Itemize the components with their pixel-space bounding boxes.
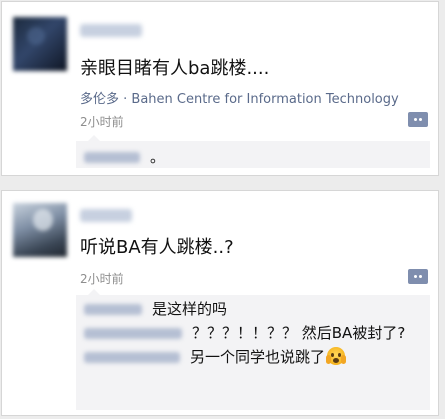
comment-text: 。 (150, 148, 166, 166)
avatar[interactable] (13, 17, 67, 71)
comments-section: 。 (76, 135, 430, 168)
moment-post-1: 亲眼目睹有人ba跳楼.... 多伦多 · Bahen Centre for In… (1, 1, 439, 176)
comment-item[interactable]: 是这样的吗 (84, 299, 422, 319)
post-time: 2小时前 (80, 115, 124, 129)
commenter-name-blurred[interactable] (84, 152, 140, 163)
comments-section: 是这样的吗 ？？？！！？？ 然后BA被封了? 另一个同学也说跳了 (76, 289, 430, 410)
commenter-name-blurred[interactable] (84, 352, 180, 363)
comment-text: 另一个同学也说跳了 (190, 348, 326, 366)
comment-item[interactable]: 另一个同学也说跳了 (84, 347, 422, 367)
location-link[interactable]: 多伦多 · Bahen Centre for Information Techn… (80, 88, 399, 107)
avatar[interactable] (13, 203, 67, 257)
moment-post-2: 听说BA有人跳楼..? 2小时前 是这样的吗 ？？？！！？？ 然后BA被封了? … (1, 190, 439, 416)
comment-item[interactable]: ？？？！！？？ 然后BA被封了? (84, 323, 422, 343)
username-blurred[interactable] (80, 209, 132, 222)
comment-bubble-icon[interactable] (408, 269, 428, 284)
comment-text: ？？？！！？？ 然后BA被封了? (192, 324, 406, 342)
comment-item[interactable]: 。 (84, 147, 422, 167)
post-time: 2小时前 (80, 272, 124, 286)
commenter-name-blurred[interactable] (84, 304, 142, 315)
username-blurred[interactable] (80, 24, 142, 37)
comment-text: 是这样的吗 (152, 300, 228, 318)
post-text: 听说BA有人跳楼..? (80, 237, 234, 258)
commenter-name-blurred[interactable] (84, 328, 182, 339)
comment-bubble-icon[interactable] (408, 112, 428, 127)
fearful-face-emoji-icon (326, 347, 347, 365)
post-text: 亲眼目睹有人ba跳楼.... (80, 58, 270, 79)
